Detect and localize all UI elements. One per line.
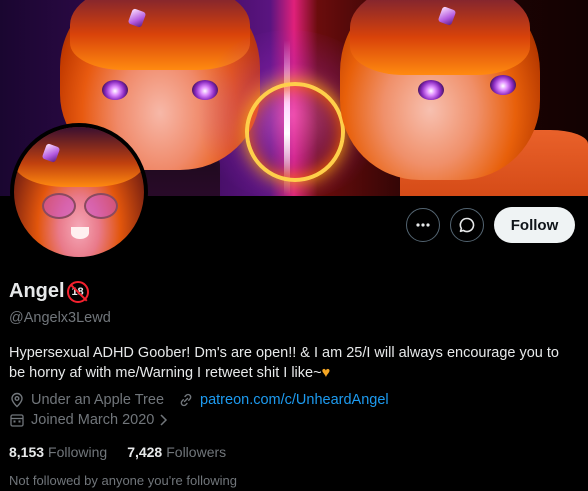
follow-stats: 8,153 Following 7,428 Followers: [9, 444, 246, 460]
bio-text: Hypersexual ADHD Goober! Dm's are open!!…: [9, 345, 559, 381]
profile-avatar[interactable]: [10, 123, 148, 261]
following-link[interactable]: 8,153 Following: [9, 444, 127, 460]
age-badge: 18: [66, 280, 89, 303]
banner-eclipse-ring: [245, 82, 345, 182]
followers-link[interactable]: 7,428 Followers: [127, 444, 246, 460]
followers-count: 7,428: [127, 444, 163, 460]
display-name-row: Angel 18: [9, 280, 89, 303]
joined-row[interactable]: Joined March 2020: [9, 412, 180, 428]
more-button[interactable]: [406, 208, 440, 242]
message-icon: [459, 217, 475, 233]
calendar-icon: [9, 412, 25, 428]
profile-bio: Hypersexual ADHD Goober! Dm's are open!!…: [9, 343, 579, 383]
orange-heart-icon: ♥: [321, 365, 331, 381]
following-label: Following: [48, 444, 108, 460]
profile-meta-row: Under an Apple Tree patreon.com/c/Unhear…: [9, 392, 389, 408]
display-name: Angel: [9, 280, 65, 302]
banner-figure-right: [340, 0, 540, 180]
location-pin-icon: [9, 392, 25, 408]
chevron-right-icon: [158, 412, 174, 428]
message-button[interactable]: [450, 208, 484, 242]
profile-location: Under an Apple Tree: [31, 392, 165, 408]
more-icon: [416, 223, 430, 227]
following-count: 8,153: [9, 444, 45, 460]
profile-website-link[interactable]: patreon.com/c/UnheardAngel: [200, 392, 389, 408]
not-followed-notice: Not followed by anyone you're following: [9, 473, 237, 488]
profile-handle: @Angelx3Lewd: [9, 310, 111, 326]
joined-date: Joined March 2020: [31, 412, 155, 428]
followers-label: Followers: [166, 444, 227, 460]
link-icon: [178, 392, 194, 408]
follow-button[interactable]: Follow: [494, 207, 575, 243]
